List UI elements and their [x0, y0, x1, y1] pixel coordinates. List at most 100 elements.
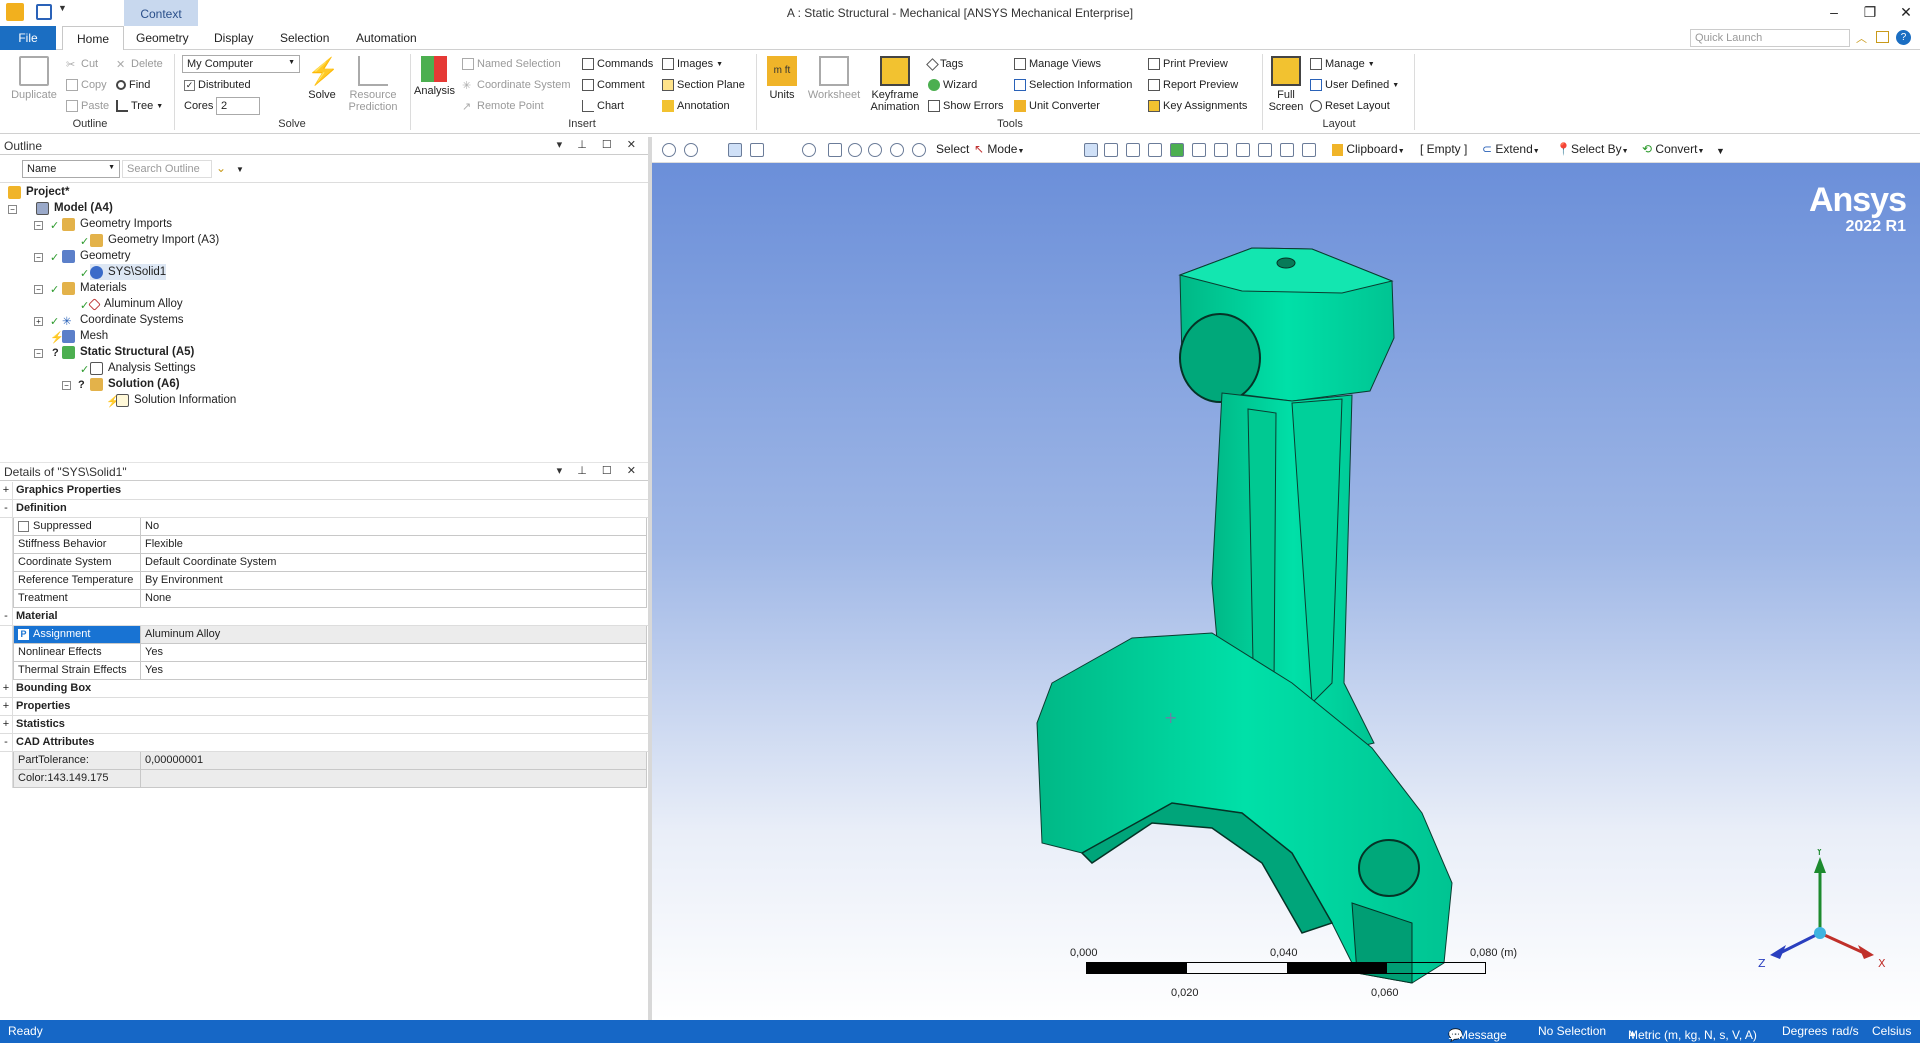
zoom-icon[interactable]	[848, 143, 862, 157]
magnifier-icon[interactable]	[912, 143, 926, 157]
zoom-in-icon[interactable]	[662, 143, 676, 157]
paint-select-icon[interactable]	[1280, 143, 1294, 157]
property-value[interactable]: None	[141, 590, 647, 608]
expand-icon[interactable]: +	[0, 482, 13, 500]
property-value[interactable]: Yes	[141, 644, 647, 662]
quick-launch-input[interactable]: Quick Launch	[1690, 29, 1850, 47]
temperature-units[interactable]: Celsius	[1872, 1024, 1911, 1038]
clipboard-button[interactable]: Clipboard▼	[1332, 142, 1405, 156]
tags-button[interactable]: Tags	[926, 56, 963, 72]
analysis-button[interactable]: Analysis	[414, 56, 455, 97]
edge-selection-icon[interactable]	[1258, 143, 1272, 157]
connecting-rod-model[interactable]: +	[652, 163, 1920, 1020]
show-errors-button[interactable]: Show Errors	[928, 98, 1004, 114]
full-screen-button[interactable]: Full Screen	[1266, 56, 1306, 113]
print-preview-button[interactable]: Print Preview	[1148, 56, 1228, 72]
details-group-row[interactable]: + Graphics Properties	[0, 482, 648, 500]
tree-item-coordinate-systems[interactable]: ✳ Coordinate Systems	[62, 312, 184, 328]
tree-item-solution-information[interactable]: Solution Information	[116, 392, 236, 408]
expand-icon[interactable]: +	[34, 317, 43, 326]
panel-controls[interactable]: ▾ ⊥ ☐ ✕	[557, 464, 642, 477]
angle-units[interactable]: Degrees	[1782, 1024, 1827, 1038]
select-by-button[interactable]: 📍Select By▼	[1556, 142, 1629, 156]
chevron-up-icon[interactable]: ︿	[1856, 30, 1874, 48]
duplicate-button[interactable]: Duplicate	[8, 56, 60, 101]
select-body-icon[interactable]	[1148, 143, 1162, 157]
tree-item-geometry[interactable]: Geometry	[62, 248, 131, 264]
zoom-to-fit-icon[interactable]	[890, 143, 904, 157]
iso-view-icon[interactable]	[728, 143, 742, 157]
selection-information-button[interactable]: Selection Information	[1014, 77, 1132, 93]
details-property-row[interactable]: Nonlinear Effects Yes	[0, 644, 648, 662]
tab-automation[interactable]: Automation	[342, 26, 431, 50]
tab-geometry[interactable]: Geometry	[122, 26, 203, 50]
chart-button[interactable]: Chart	[582, 98, 624, 114]
select-vertex-icon[interactable]	[1084, 143, 1098, 157]
tree-item-geometry-import-a3[interactable]: Geometry Import (A3)	[90, 232, 219, 248]
solve-button[interactable]: ⚡ Solve	[304, 56, 340, 101]
select-element-face-icon[interactable]	[1192, 143, 1206, 157]
property-value[interactable]: 0,00000001	[141, 752, 647, 770]
tab-home[interactable]: Home	[62, 26, 125, 51]
select-node-icon[interactable]	[1170, 143, 1184, 157]
find-button[interactable]: Find	[116, 77, 150, 93]
outline-filter-select[interactable]: Name ▼	[22, 160, 120, 178]
tree-item-aluminum-alloy[interactable]: Aluminum Alloy	[88, 296, 183, 312]
tree-item-model[interactable]: Model (A4)	[36, 200, 113, 216]
collapse-icon[interactable]: −	[34, 349, 43, 358]
toolbar-overflow-icon[interactable]: ▼	[1716, 146, 1725, 156]
select-button[interactable]: Select	[936, 142, 969, 156]
tree-item-solid1[interactable]: SYS\Solid1	[90, 264, 167, 280]
collapse-icon[interactable]: −	[34, 285, 43, 294]
cores-input[interactable]: 2	[216, 97, 260, 115]
property-value[interactable]: Default Coordinate System	[141, 554, 647, 572]
cut-button[interactable]: ✂ Cut	[66, 56, 98, 72]
details-property-row[interactable]: Stiffness Behavior Flexible	[0, 536, 648, 554]
computer-select[interactable]: My Computer ▼	[182, 55, 300, 73]
details-group-row[interactable]: + Statistics	[0, 716, 648, 734]
user-defined-button[interactable]: User Defined ▼	[1310, 77, 1399, 93]
details-property-row[interactable]: Thermal Strain Effects Yes	[0, 662, 648, 680]
resource-prediction-button[interactable]: Resource Prediction	[344, 56, 402, 113]
select-face-icon[interactable]	[1126, 143, 1140, 157]
tab-selection[interactable]: Selection	[266, 26, 343, 50]
tree-item-analysis-settings[interactable]: Analysis Settings	[90, 360, 196, 376]
details-group-row[interactable]: - CAD Attributes	[0, 734, 648, 752]
paste-button[interactable]: Paste	[66, 98, 109, 114]
select-element-icon[interactable]	[1214, 143, 1228, 157]
box-zoom-icon[interactable]	[868, 143, 882, 157]
minimize-button[interactable]: –	[1822, 4, 1846, 22]
collapse-icon[interactable]: −	[62, 381, 71, 390]
units-button[interactable]: m ft Units	[764, 56, 800, 101]
mode-button[interactable]: ↖ Mode▼	[974, 142, 1024, 156]
axis-triad[interactable]: Y X Z	[1752, 849, 1892, 979]
collapse-icon[interactable]: −	[34, 221, 43, 230]
collapse-icon[interactable]: −	[8, 205, 17, 214]
search-outline-input[interactable]: Search Outline	[122, 160, 212, 178]
tree-item-solution[interactable]: Solution (A6)	[90, 376, 180, 392]
comment-button[interactable]: Comment	[582, 77, 645, 93]
chevron-down-icon[interactable]: ▼	[236, 165, 244, 174]
feedback-icon[interactable]	[1876, 31, 1889, 43]
expand-icon[interactable]: +	[0, 716, 13, 734]
look-at-icon[interactable]	[750, 143, 764, 157]
graphics-viewport[interactable]: Ansys 2022 R1 + 0,000 0,040 0,080 (m) 0,…	[652, 163, 1920, 1020]
key-assignments-button[interactable]: Key Assignments	[1148, 98, 1247, 114]
property-value[interactable]	[141, 770, 647, 788]
collapse-icon[interactable]: -	[0, 608, 13, 626]
collapse-icon[interactable]: -	[0, 734, 13, 752]
details-property-row[interactable]: Color:143.149.175	[0, 770, 648, 788]
tree-item-project[interactable]: Project*	[8, 184, 69, 200]
property-value[interactable]: Yes	[141, 662, 647, 680]
named-selection-button[interactable]: Named Selection	[462, 56, 561, 72]
wizard-button[interactable]: Wizard	[928, 77, 977, 93]
coordinate-system-button[interactable]: ✳ Coordinate System	[462, 77, 571, 93]
convert-button[interactable]: ⟲ Convert▼	[1642, 142, 1704, 156]
commands-button[interactable]: Commands	[582, 56, 653, 72]
remote-point-button[interactable]: ↗ Remote Point	[462, 98, 544, 114]
delete-button[interactable]: ✕ Delete	[116, 56, 163, 72]
details-group-row[interactable]: - Material	[0, 608, 648, 626]
select-edge-icon[interactable]	[1104, 143, 1118, 157]
details-property-row[interactable]: Treatment None	[0, 590, 648, 608]
tree-item-materials[interactable]: Materials	[62, 280, 127, 296]
